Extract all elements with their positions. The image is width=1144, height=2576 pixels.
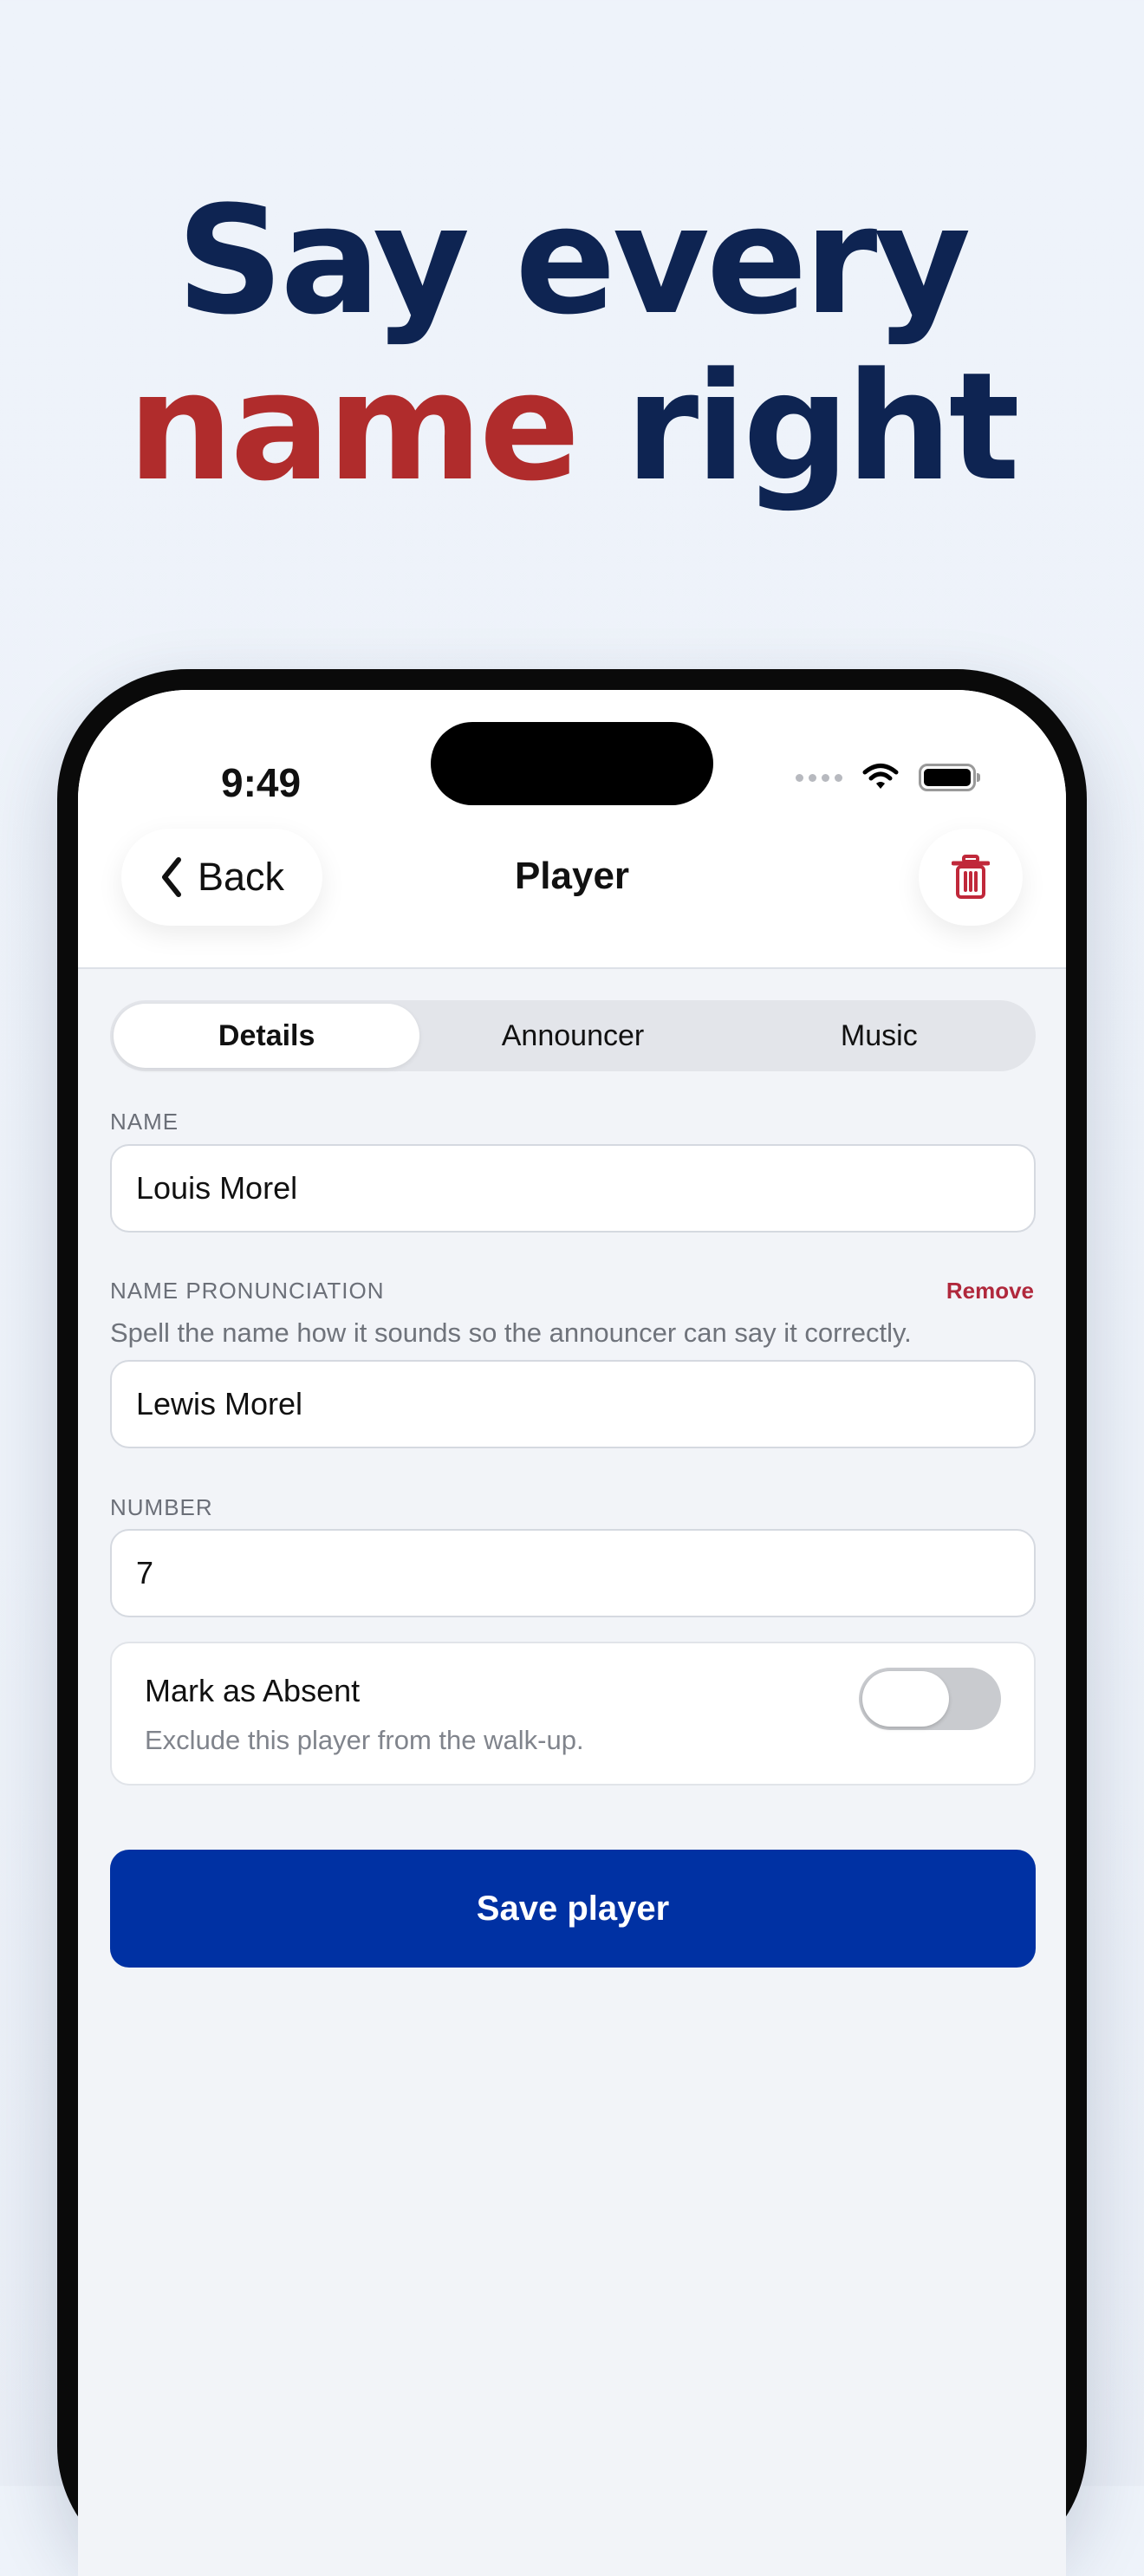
- number-label: NUMBER: [110, 1494, 213, 1520]
- save-player-button[interactable]: Save player: [110, 1850, 1036, 1968]
- trash-icon: [952, 855, 990, 899]
- headline-accent-word: name: [127, 340, 580, 514]
- dynamic-island: [431, 722, 713, 805]
- status-time: 9:49: [221, 760, 302, 805]
- toggle-knob: [862, 1671, 949, 1727]
- pronunciation-label: NAME PRONUNCIATION: [110, 1278, 385, 1304]
- headline-line-2: name right: [0, 344, 1144, 511]
- absent-card: Mark as Absent Exclude this player from …: [110, 1642, 1036, 1786]
- battery-icon: [919, 764, 980, 791]
- number-field[interactable]: 7: [110, 1529, 1036, 1617]
- name-field[interactable]: Louis Morel: [110, 1144, 1036, 1233]
- status-icons: [796, 763, 980, 792]
- phone-screen: 9:49 Back Player Details Announcer Music…: [78, 690, 1066, 2576]
- pronunciation-hint: Spell the name how it sounds so the anno…: [110, 1317, 912, 1348]
- cellular-dots-icon: [796, 773, 842, 782]
- phone-frame: 9:49 Back Player Details Announcer Music…: [57, 669, 1087, 2576]
- wifi-icon: [862, 764, 899, 789]
- headline-line-2-rest: right: [576, 340, 1020, 514]
- headline: Say every name right: [0, 178, 1144, 511]
- section-tabs: Details Announcer Music: [110, 1000, 1036, 1071]
- remove-pronunciation-link[interactable]: Remove: [946, 1278, 1034, 1304]
- tab-music[interactable]: Music: [726, 1004, 1032, 1068]
- top-bar: 9:49 Back Player: [78, 690, 1066, 969]
- name-label: NAME: [110, 1109, 179, 1135]
- absent-toggle[interactable]: [859, 1668, 1001, 1730]
- absent-subtitle: Exclude this player from the walk-up.: [145, 1725, 584, 1755]
- pronunciation-field[interactable]: Lewis Morel: [110, 1360, 1036, 1448]
- delete-player-button[interactable]: [919, 829, 1023, 926]
- headline-line-1: Say every: [176, 173, 971, 348]
- absent-title: Mark as Absent: [145, 1673, 361, 1708]
- page-title: Player: [514, 855, 630, 897]
- tab-details[interactable]: Details: [114, 1004, 420, 1068]
- tab-announcer[interactable]: Announcer: [419, 1004, 725, 1068]
